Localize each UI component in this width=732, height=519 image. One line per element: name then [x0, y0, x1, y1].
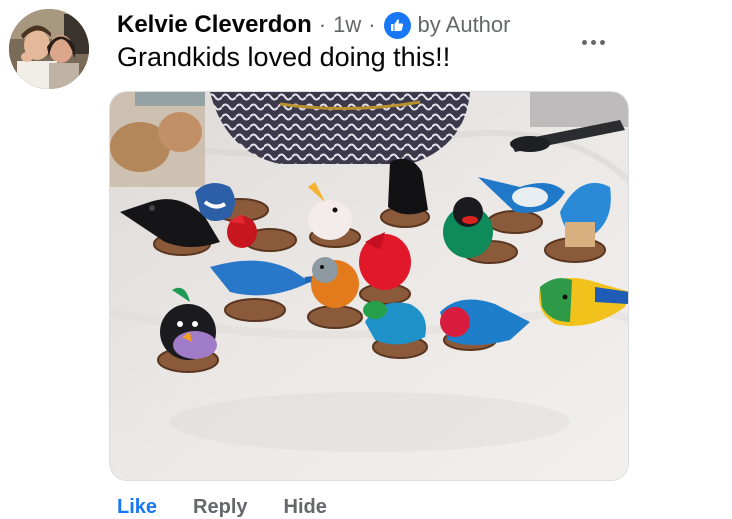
author-badge: by Author [383, 11, 511, 39]
comment-timestamp[interactable]: 1w [333, 12, 361, 38]
painted-birds-image [110, 92, 628, 480]
avatar-photo [9, 9, 89, 89]
more-horizontal-icon [581, 39, 587, 45]
comment-actions: Like Reply Hide [117, 496, 327, 519]
author-name[interactable]: Kelvie Cleverdon [117, 11, 312, 39]
comment-body: Grandkids loved doing this!! [117, 42, 451, 72]
thumbs-up-icon [383, 11, 411, 39]
commenter-avatar[interactable] [9, 9, 89, 89]
author-badge-label: by Author [417, 12, 511, 37]
separator-dot: · [368, 12, 376, 37]
reply-button[interactable]: Reply [193, 496, 247, 519]
comment-header: Kelvie Cleverdon · 1w · by Author [117, 8, 510, 42]
separator-dot: · [318, 12, 327, 37]
comment-photo[interactable] [109, 91, 629, 481]
like-button[interactable]: Like [117, 496, 157, 519]
more-options-button[interactable] [576, 30, 610, 54]
hide-button[interactable]: Hide [284, 496, 327, 519]
